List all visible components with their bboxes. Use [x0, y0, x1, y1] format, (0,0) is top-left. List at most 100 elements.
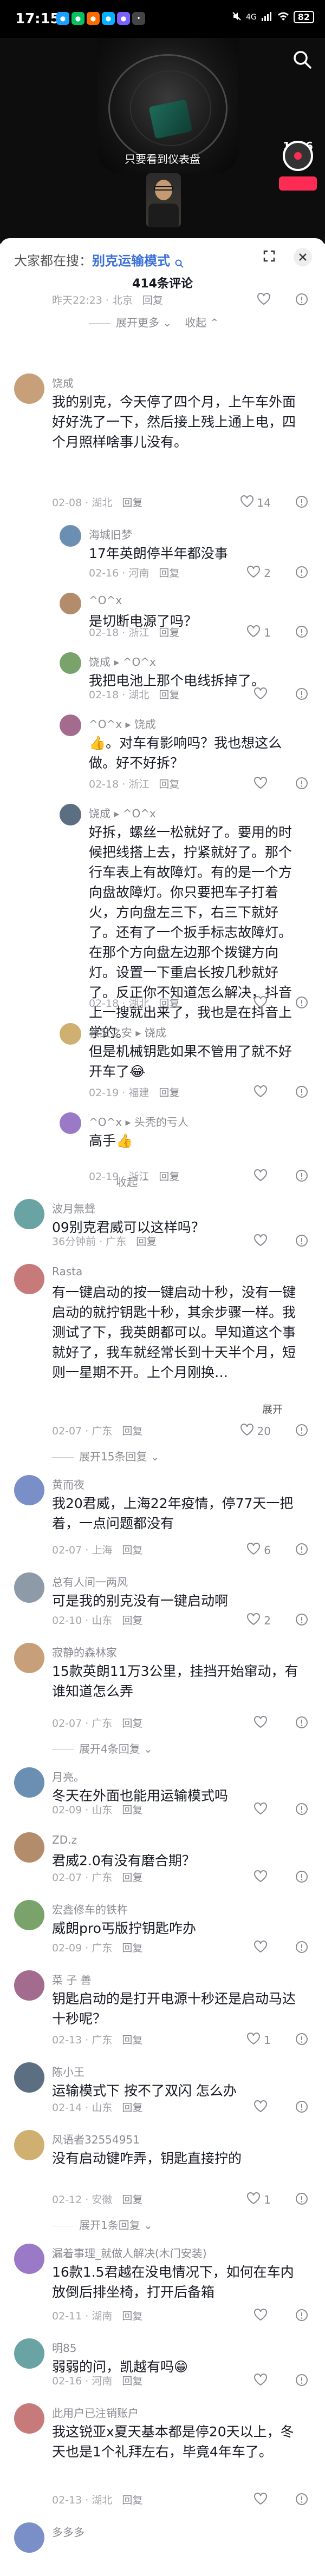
comment-item[interactable]: 此用户已注销账户 我这锐亚x夏天基本都是停20天以上，冬天也是1个礼拜左右，毕竟4… — [0, 2403, 325, 2517]
comment-author[interactable]: 海城旧梦 — [89, 526, 132, 542]
comment-item[interactable]: 陈小王 运输模式下 按不了双闪 怎么办 02-14 · 山东 回复 — [0, 2062, 325, 2125]
like-button[interactable] — [253, 776, 271, 792]
dislike-icon[interactable] — [295, 1423, 309, 1437]
dislike-icon[interactable] — [295, 776, 309, 790]
video-player[interactable]: 只要看到仪表盘 1246 — [0, 38, 325, 244]
dislike-icon[interactable] — [295, 1613, 309, 1627]
like-button[interactable] — [253, 687, 271, 703]
comment-author[interactable]: 此用户已注销账户 — [52, 2404, 139, 2420]
like-button[interactable] — [253, 2373, 271, 2389]
avatar[interactable] — [14, 2062, 44, 2093]
dislike-icon[interactable] — [295, 625, 309, 639]
avatar[interactable] — [60, 1112, 81, 1134]
avatar[interactable] — [14, 2522, 44, 2553]
reply-button[interactable]: 回复 — [122, 2102, 142, 2114]
comment-item[interactable]: 宏鑫修车的铁杵 威朗pro丐版拧钥匙咋办 02-09 · 广东 回复 — [0, 1900, 325, 1965]
reply-item[interactable]: 教父之安 ▸ 饶成 但是机械钥匙如果不管用了就不好开车了😂 02-19 · 福建 回复 — [0, 1023, 325, 1110]
comment-author[interactable]: ZD.z — [52, 1833, 77, 1846]
collapse-replies-button[interactable]: 收起 ⌃ — [89, 1174, 150, 1189]
related-search[interactable]: 大家都在搜：别克运输模式 — [14, 250, 184, 269]
comment-author[interactable]: 风语者32554951 — [52, 2131, 140, 2147]
reply-button[interactable]: 回复 — [122, 2494, 142, 2506]
expand-replies-button[interactable]: 展开更多 ⌄ 收起 ⌃ — [89, 314, 219, 330]
reply-button[interactable]: 回复 — [159, 689, 179, 701]
comment-author[interactable]: Rasta — [52, 1265, 82, 1278]
comment-author[interactable]: 饶成 ▸ ^O^x — [89, 805, 156, 821]
like-button[interactable] — [253, 1085, 271, 1100]
comment-item[interactable]: 月亮。 冬天在外面也能用运输模式吗 02-09 · 山东 回复 — [0, 1767, 325, 1827]
reply-item[interactable]: 海城旧梦 17年英朗停半年都没事 02-16 · 河南 回复 2 — [0, 525, 325, 590]
avatar[interactable] — [14, 1572, 44, 1603]
like-button[interactable] — [253, 1940, 271, 1956]
reply-item[interactable]: ^O^x ▸ 头秃的亏人 高手👍 02-19 · 浙江 回复 — [0, 1112, 325, 1194]
dislike-icon[interactable] — [295, 1940, 309, 1954]
comment-author[interactable]: 明85 — [52, 2339, 76, 2355]
reply-button[interactable]: 回复 — [122, 1872, 142, 1884]
like-button[interactable] — [253, 995, 271, 1011]
comment-author[interactable]: 饶成 — [52, 375, 74, 390]
dislike-icon[interactable] — [295, 2100, 309, 2114]
dislike-icon[interactable] — [295, 1802, 309, 1816]
collapse-button[interactable]: 收起 ⌃ — [185, 316, 219, 329]
avatar[interactable] — [14, 1832, 44, 1863]
like-button[interactable] — [257, 292, 271, 308]
like-button[interactable]: 6 — [246, 1542, 271, 1558]
reply-button[interactable]: 回复 — [159, 778, 179, 790]
comment-item[interactable]: 漏着事理_就做人解决(木门安装) 16款1.5君越在没电情况下，如何在车内放倒后排… — [0, 2244, 325, 2333]
avatar[interactable] — [14, 2244, 44, 2274]
like-button[interactable] — [253, 2308, 271, 2324]
creator-avatar[interactable] — [283, 141, 313, 171]
reply-button[interactable]: 回复 — [159, 627, 179, 639]
dislike-icon[interactable] — [295, 2492, 309, 2506]
dislike-icon[interactable] — [295, 292, 309, 306]
like-button[interactable]: 2 — [246, 1613, 271, 1628]
related-search-keyword[interactable]: 别克运输模式 — [92, 253, 170, 268]
comment-item[interactable]: 菜 子 善钥匙启动的是打开电源十秒还是启动马达十秒呢？ 02-13 · 广东 回复 1 — [0, 1970, 325, 2057]
reply-item[interactable]: ^O^x ▸ 饶成 👍。对车有影响吗？我也想这么做。好不好拆？ 02-18 · 浙江… — [0, 715, 325, 801]
reply-button[interactable]: 回复 — [159, 567, 179, 579]
comment-item[interactable]: Rasta 有一键启动的按一键启动十秒，没有一键启动的就拧钥匙十秒，其余步骤一样。… — [0, 1264, 325, 1470]
avatar[interactable] — [14, 1643, 44, 1673]
dislike-icon[interactable] — [295, 1542, 309, 1556]
avatar[interactable] — [14, 1900, 44, 1930]
avatar[interactable] — [60, 804, 81, 825]
comment-author[interactable]: 总有人间一两风 — [52, 1574, 128, 1589]
like-button[interactable]: 1 — [246, 2032, 271, 2048]
comment-author[interactable]: ^O^x — [89, 594, 122, 607]
avatar[interactable] — [14, 2403, 44, 2434]
dislike-icon[interactable] — [295, 2192, 309, 2206]
reply-button[interactable]: 回复 — [122, 1615, 142, 1627]
reply-button[interactable]: 回复 — [122, 2375, 142, 2387]
dislike-icon[interactable] — [295, 1234, 309, 1248]
search-icon[interactable] — [291, 49, 313, 70]
avatar[interactable] — [14, 2338, 44, 2369]
reply-button[interactable]: 回复 — [122, 1718, 142, 1729]
like-counter[interactable]: 1246 — [276, 140, 320, 191]
avatar[interactable] — [14, 1475, 44, 1505]
comment-item[interactable]: 明85 弱弱的问，凯越有吗😁 02-16 · 河南 回复 — [0, 2338, 325, 2398]
avatar[interactable] — [14, 1264, 44, 1294]
dislike-icon[interactable] — [295, 495, 309, 509]
expand-replies-button[interactable]: 展开4条回复 ⌄ — [52, 1740, 153, 1756]
reply-item[interactable]: 饶成 ▸ ^O^x 我把电池上那个电线拆掉了。 02-18 · 湖北 回复 — [0, 652, 325, 712]
like-button[interactable] — [253, 1234, 271, 1249]
avatar[interactable] — [14, 373, 44, 404]
reply-button[interactable]: 回复 — [136, 1236, 157, 1248]
dislike-icon[interactable] — [295, 1169, 309, 1183]
avatar[interactable] — [14, 2130, 44, 2160]
comment-author[interactable]: 陈小王 — [52, 2063, 84, 2079]
comment-author[interactable]: 菜 子 善 — [52, 1971, 92, 1987]
reply-button[interactable]: 回复 — [122, 2034, 142, 2046]
comment-author[interactable]: 寂静的森林家 — [52, 1644, 117, 1660]
reply-button[interactable]: 回复 — [122, 1942, 142, 1954]
reply-item[interactable]: ^O^x 是切断电源了吗？ 02-18 · 浙江 回复 1 — [0, 593, 325, 650]
comment-item[interactable]: 总有人间一两风 可是我的别克没有一键启动啊 02-10 · 山东 回复 2 — [0, 1572, 325, 1637]
comment-author[interactable]: ^O^x ▸ 头秃的亏人 — [89, 1113, 188, 1129]
close-icon[interactable] — [294, 248, 312, 266]
like-button[interactable] — [253, 1169, 271, 1184]
reply-button[interactable]: 回复 — [122, 1425, 142, 1437]
dislike-icon[interactable] — [295, 2032, 309, 2046]
like-button[interactable]: 20 — [240, 1423, 271, 1439]
avatar[interactable] — [60, 1023, 81, 1045]
comment-author[interactable]: 宏鑫修车的铁杵 — [52, 1901, 128, 1917]
